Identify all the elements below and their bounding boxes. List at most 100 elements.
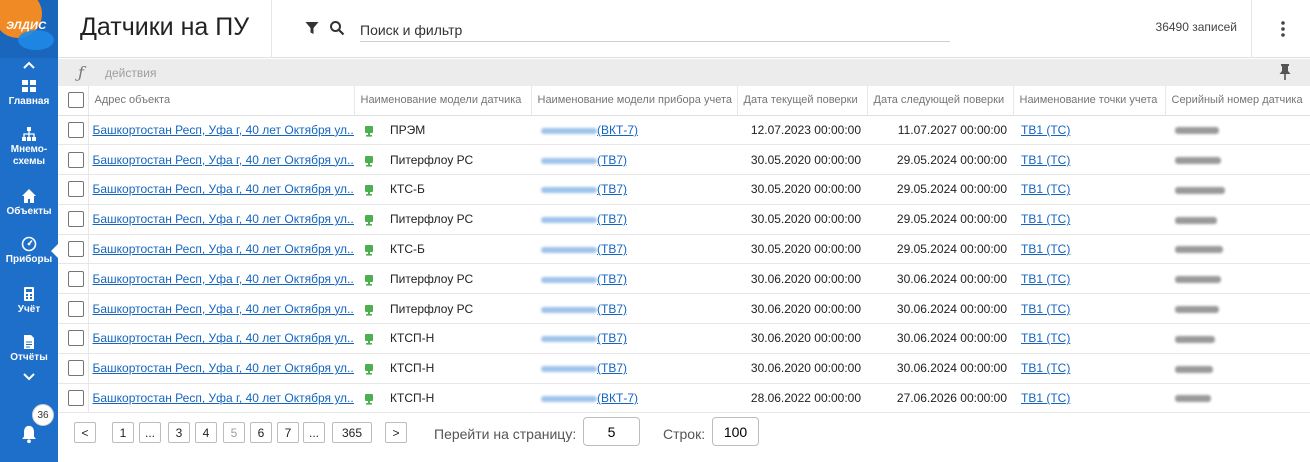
address-link[interactable]: Башкортостан Респ, Уфа г, 40 лет Октября… [93,302,355,316]
sidebar-item-label: Объекты [6,206,52,217]
address-link[interactable]: Башкортостан Респ, Уфа г, 40 лет Октября… [93,272,355,286]
table-row[interactable]: Башкортостан Респ, Уфа г, 40 лет Октября… [58,115,1310,146]
column-header-point[interactable]: Наименование точки учета [1013,86,1166,116]
page-button[interactable]: 1 [112,422,134,443]
device-model-link[interactable]: (ТВ7) [597,361,627,375]
rows-per-page-input[interactable] [712,417,759,446]
device-model-link[interactable]: (ТВ7) [597,212,627,226]
page-button[interactable]: 6 [250,422,272,443]
sensor-device-icon [365,304,373,316]
serial-cell [1165,174,1310,205]
sidebar-item-reports[interactable]: Отчёты [0,328,58,370]
address-link[interactable]: Башкортостан Респ, Уфа г, 40 лет Октября… [93,391,355,405]
device-model-link[interactable]: (ВКТ-7) [597,391,638,405]
row-checkbox[interactable] [68,360,84,377]
table-row[interactable]: Башкортостан Респ, Уфа г, 40 лет Октября… [58,383,1310,414]
device-model-link[interactable]: (ВКТ-7) [597,123,638,137]
page-button[interactable]: 4 [195,422,217,443]
search-icon[interactable] [329,20,345,36]
table-row[interactable]: Башкортостан Респ, Уфа г, 40 лет Октября… [58,174,1310,205]
page-button-current[interactable]: 5 [223,422,245,443]
point-link[interactable]: ТВ1 (ТС) [1017,242,1070,256]
address-link[interactable]: Башкортостан Респ, Уфа г, 40 лет Октября… [93,331,355,345]
more-vert-icon[interactable] [1280,20,1286,38]
address-link[interactable]: Башкортостан Респ, Уфа г, 40 лет Октября… [93,153,355,167]
logo[interactable]: ЭЛДИС [0,0,58,58]
sidebar-item-objects[interactable]: Объекты [0,182,58,230]
next-check-cell: 29.05.2024 00:00:00 [867,204,1013,235]
page-button[interactable]: 365 [332,422,372,443]
row-checkbox[interactable] [68,390,84,407]
table-row[interactable]: Башкортостан Респ, Уфа г, 40 лет Октября… [58,204,1310,235]
device-model-link[interactable]: (ТВ7) [597,242,627,256]
column-header-serial[interactable]: Серийный номер датчика [1165,86,1310,116]
sidebar-item-devices[interactable]: Приборы [0,230,58,280]
column-header-sensor-model[interactable]: Наименование модели датчика [354,86,532,116]
address-link[interactable]: Башкортостан Респ, Уфа г, 40 лет Октября… [93,182,355,196]
actions-label[interactable]: действия [105,66,156,80]
address-link[interactable]: Башкортостан Респ, Уфа г, 40 лет Октября… [93,361,355,375]
notification-badge[interactable]: 36 [32,404,54,426]
row-checkbox[interactable] [68,300,84,317]
address-link[interactable]: Башкортостан Респ, Уфа г, 40 лет Октября… [93,123,355,137]
sidebar-scroll-up[interactable] [0,58,58,72]
search-input[interactable] [360,18,950,42]
point-link[interactable]: ТВ1 (ТС) [1017,331,1070,345]
table-row[interactable]: Башкортостан Респ, Уфа г, 40 лет Октября… [58,234,1310,265]
select-all-checkbox[interactable] [68,92,84,109]
row-checkbox[interactable] [68,151,84,168]
current-check-cell: 30.05.2020 00:00:00 [737,144,867,176]
row-checkbox[interactable] [68,270,84,287]
point-link[interactable]: ТВ1 (ТС) [1017,272,1070,286]
next-page-button[interactable]: > [385,422,407,443]
sidebar-item-accounting[interactable]: Учёт [0,280,58,328]
point-link[interactable]: ТВ1 (ТС) [1017,212,1070,226]
device-model-link[interactable]: (ТВ7) [597,331,627,345]
address-link[interactable]: Башкортостан Респ, Уфа г, 40 лет Октября… [93,242,355,256]
device-model-link[interactable]: (ТВ7) [597,302,627,316]
row-checkbox[interactable] [68,330,84,347]
point-link[interactable]: ТВ1 (ТС) [1017,182,1070,196]
table-row[interactable]: Башкортостан Респ, Уфа г, 40 лет Октября… [58,323,1310,354]
table-row[interactable]: Башкортостан Респ, Уфа г, 40 лет Октября… [58,263,1310,295]
point-link[interactable]: ТВ1 (ТС) [1017,123,1070,137]
sidebar-scroll-down[interactable] [0,370,58,384]
column-header-device-model[interactable]: Наименование модели прибора учета [531,86,738,116]
row-checkbox[interactable] [68,211,84,228]
dashboard-icon [22,80,36,92]
point-link[interactable]: ТВ1 (ТС) [1017,153,1070,167]
page-ellipsis[interactable]: ... [139,422,161,443]
filter-icon[interactable] [305,21,319,35]
bell-icon[interactable] [19,424,39,444]
row-checkbox[interactable] [68,241,84,258]
sidebar-item-label: Главная [8,96,50,107]
column-header-address[interactable]: Адрес объекта [88,86,355,116]
row-checkbox[interactable] [68,181,84,198]
point-cell: ТВ1 (ТС) [1013,234,1165,265]
page-button[interactable]: 7 [277,422,299,443]
sidebar-item-label: Учёт [17,304,41,315]
device-model-link[interactable]: (ТВ7) [597,272,627,286]
device-model-link[interactable]: (ТВ7) [597,153,627,167]
function-icon[interactable]: ƒ [78,63,84,82]
goto-page-input[interactable] [583,417,640,446]
point-link[interactable]: ТВ1 (ТС) [1017,302,1070,316]
redacted-device-name [541,246,597,253]
page-ellipsis[interactable]: ... [303,422,325,443]
sidebar-item-home-dashboard[interactable]: Главная [0,72,58,120]
page-button[interactable]: 3 [168,422,190,443]
column-header-next-check[interactable]: Дата следующей поверки [867,86,1014,116]
table-row[interactable]: Башкортостан Респ, Уфа г, 40 лет Октября… [58,293,1310,325]
column-header-current-check[interactable]: Дата текущей поверки [737,86,868,116]
prev-page-button[interactable]: < [74,422,96,443]
sidebar-item-mnemo[interactable]: Мнемо-схемы [0,120,58,182]
device-model-link[interactable]: (ТВ7) [597,182,627,196]
row-checkbox[interactable] [68,121,84,138]
table-row[interactable]: Башкортостан Респ, Уфа г, 40 лет Октября… [58,353,1310,384]
address-link[interactable]: Башкортостан Респ, Уфа г, 40 лет Октября… [93,212,355,226]
table-row[interactable]: Башкортостан Респ, Уфа г, 40 лет Октября… [58,144,1310,176]
serial-cell [1165,234,1310,265]
point-link[interactable]: ТВ1 (ТС) [1017,361,1070,375]
point-link[interactable]: ТВ1 (ТС) [1017,391,1070,405]
pin-icon[interactable] [1278,63,1292,81]
